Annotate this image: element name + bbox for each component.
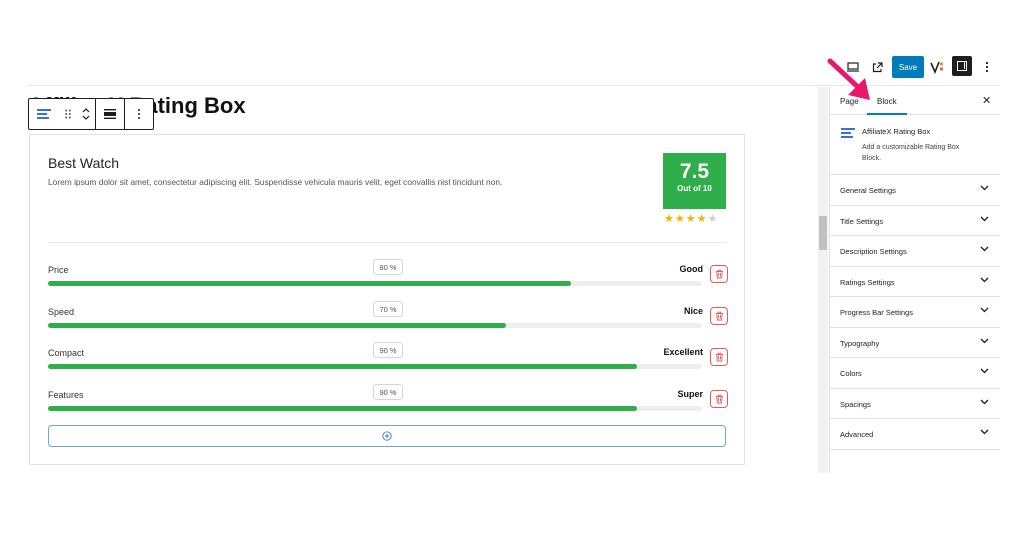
block-toolbar xyxy=(28,98,154,130)
panel-title-settings[interactable]: Title Settings xyxy=(830,206,1000,236)
panel-description-settings[interactable]: Description Settings xyxy=(830,236,1000,267)
bar-label[interactable]: Speed xyxy=(48,307,74,317)
progress-bar-fill xyxy=(48,323,506,328)
progress-bar-fill xyxy=(48,406,637,411)
panel-general-settings[interactable]: General Settings xyxy=(830,175,1000,206)
block-type-icon[interactable] xyxy=(29,99,59,129)
sidebar-toggle-icon[interactable] xyxy=(952,56,972,76)
rating-bar-row: Speed 70 % Nice xyxy=(48,301,728,339)
bar-percent[interactable]: 80 % xyxy=(373,259,403,275)
bar-percent[interactable]: 70 % xyxy=(373,301,403,317)
bar-status[interactable]: Excellent xyxy=(663,347,703,357)
editor-canvas: AffiliateX Rating Box Best Watch Lorem i… xyxy=(28,87,818,473)
panel-spacings[interactable]: Spacings xyxy=(830,389,1000,419)
delete-bar-button[interactable] xyxy=(710,348,728,366)
bar-label[interactable]: Compact xyxy=(48,348,84,358)
progress-bar-track xyxy=(48,406,702,411)
bar-percent[interactable]: 90 % xyxy=(373,342,403,358)
yoast-seo-icon[interactable] xyxy=(926,56,948,78)
block-card: AffiliateX Rating Box Add a customizable… xyxy=(830,115,1000,175)
annotation-arrow-icon xyxy=(827,58,870,100)
panel-colors[interactable]: Colors xyxy=(830,358,1000,389)
move-up-down-icon[interactable] xyxy=(77,99,95,129)
progress-bar-fill xyxy=(48,364,637,369)
delete-bar-button[interactable] xyxy=(710,307,728,325)
star-icon: ★ xyxy=(707,213,719,225)
panel-advanced[interactable]: Advanced xyxy=(830,419,1000,450)
bar-status[interactable]: Super xyxy=(677,389,703,399)
progress-bar-fill xyxy=(48,281,572,286)
panel-label: General Settings xyxy=(840,186,896,195)
save-button[interactable]: Save xyxy=(892,56,924,78)
chevron-down-icon xyxy=(980,246,989,252)
bar-status[interactable]: Nice xyxy=(684,306,703,316)
trash-icon xyxy=(715,352,723,362)
score-value: 7.5 xyxy=(679,160,710,183)
chevron-down-icon xyxy=(980,399,989,404)
rating-box-block[interactable]: Best Watch Lorem ipsum dolor sit amet, c… xyxy=(29,134,745,465)
star-icon: ★ xyxy=(664,213,675,225)
panel-label: Typography xyxy=(840,338,880,348)
trash-icon xyxy=(715,269,723,279)
rating-bar-row: Compact 90 % Excellent xyxy=(48,342,728,380)
rating-box-description[interactable]: Lorem ipsum dolor sit amet, consectetur … xyxy=(48,177,502,187)
panel-label: Advanced xyxy=(840,430,874,439)
panel-label: Ratings Settings xyxy=(840,277,895,287)
star-icon: ★ xyxy=(696,213,708,225)
panel-ratings-settings[interactable]: Ratings Settings xyxy=(830,267,1000,297)
align-icon[interactable] xyxy=(96,99,124,129)
progress-bar-track xyxy=(48,281,702,286)
score-label: Out of 10 xyxy=(677,184,712,193)
star-icon: ★ xyxy=(674,213,686,225)
bar-status[interactable]: Good xyxy=(680,264,704,274)
scrollbar-thumb[interactable] xyxy=(819,216,827,250)
bar-label[interactable]: Features xyxy=(48,390,84,400)
panel-label: Progress Bar Settings xyxy=(840,308,913,317)
drag-handle-icon[interactable] xyxy=(59,99,77,129)
delete-bar-button[interactable] xyxy=(710,390,728,408)
panel-typography[interactable]: Typography xyxy=(830,328,1000,358)
close-icon[interactable]: ✕ xyxy=(982,94,991,107)
chevron-down-icon xyxy=(980,338,989,343)
settings-sidebar: Page Block ✕ AffiliateX Rating Box Add a… xyxy=(829,87,1000,473)
panel-label: Spacings xyxy=(840,399,871,409)
add-bar-button[interactable] xyxy=(48,425,726,447)
tab-block[interactable]: Block xyxy=(877,97,897,106)
progress-bar-track xyxy=(48,364,702,369)
block-card-description: Add a customizable Rating Box Block. xyxy=(862,144,960,162)
bar-percent[interactable]: 90 % xyxy=(373,384,403,400)
star-icon: ★ xyxy=(685,213,697,225)
delete-bar-button[interactable] xyxy=(710,265,728,283)
panel-label: Title Settings xyxy=(840,216,884,226)
block-options-icon[interactable] xyxy=(125,99,153,129)
chevron-down-icon xyxy=(980,429,989,435)
divider xyxy=(48,242,726,243)
panel-progress-bar-settings[interactable]: Progress Bar Settings xyxy=(830,297,1000,328)
chevron-down-icon xyxy=(980,307,989,313)
bar-label[interactable]: Price xyxy=(48,265,69,275)
star-rating: ★★★★★ xyxy=(664,212,718,225)
panel-label: Colors xyxy=(840,369,862,378)
progress-bar-track xyxy=(48,323,702,328)
block-card-title: AffiliateX Rating Box xyxy=(862,127,931,136)
chevron-down-icon xyxy=(980,216,989,221)
chevron-down-icon xyxy=(980,185,989,191)
panel-label: Description Settings xyxy=(840,247,907,256)
chevron-down-icon xyxy=(980,368,989,374)
rating-box-block-icon xyxy=(841,125,855,143)
score-box: 7.5 Out of 10 xyxy=(663,153,726,209)
trash-icon xyxy=(715,394,723,404)
rating-bar-row: Features 90 % Super xyxy=(48,384,728,422)
canvas-scrollbar[interactable] xyxy=(818,87,828,473)
rating-bar-row: Price 80 % Good xyxy=(48,259,728,297)
chevron-down-icon xyxy=(980,277,989,282)
plus-circle-icon xyxy=(382,431,392,441)
trash-icon xyxy=(715,311,723,321)
rating-box-title[interactable]: Best Watch xyxy=(48,155,119,171)
more-options-icon[interactable] xyxy=(976,56,998,78)
